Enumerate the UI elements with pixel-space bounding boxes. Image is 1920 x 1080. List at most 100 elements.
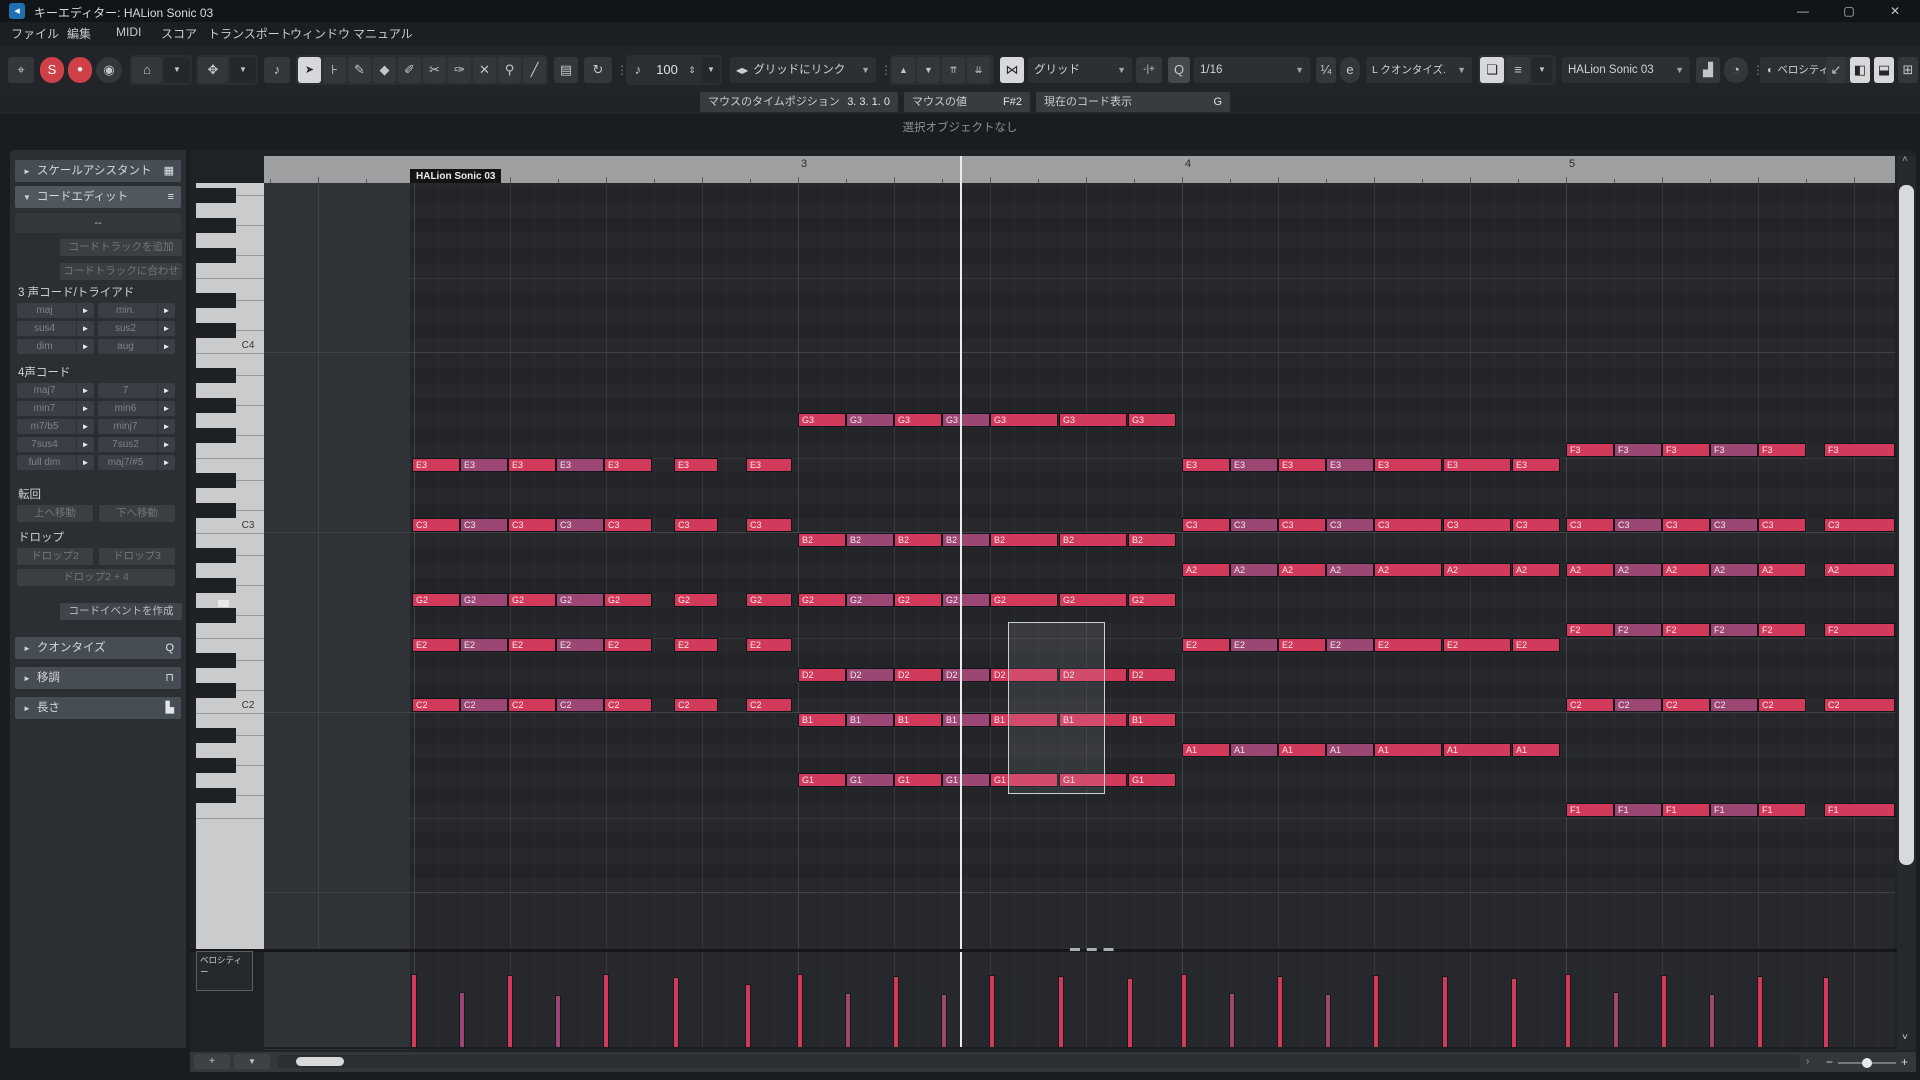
- step-down-icon[interactable]: ▼: [917, 57, 940, 83]
- tetrad-7sus4[interactable]: 7sus4►: [17, 437, 94, 452]
- length-section-header[interactable]: ►長さ▙: [15, 697, 181, 719]
- menu-item-5[interactable]: ウィンドウ: [290, 25, 350, 43]
- triad-maj[interactable]: maj►: [17, 303, 94, 318]
- black-key[interactable]: [196, 608, 236, 623]
- midi-note[interactable]: B2: [846, 533, 894, 547]
- midi-note[interactable]: B2: [798, 533, 846, 547]
- midi-note[interactable]: E3: [460, 458, 508, 472]
- black-key[interactable]: [196, 188, 236, 203]
- midi-note[interactable]: A2: [1278, 563, 1326, 577]
- midi-note[interactable]: A2: [1443, 563, 1511, 577]
- midi-note[interactable]: E3: [1230, 458, 1278, 472]
- midi-note[interactable]: B2: [894, 533, 942, 547]
- midi-note[interactable]: F3: [1824, 443, 1895, 457]
- midi-note[interactable]: G3: [894, 413, 942, 427]
- insert-velocity-dropdown[interactable]: ▼: [702, 57, 720, 83]
- menu-item-4[interactable]: トランスポート: [208, 25, 292, 43]
- midi-note[interactable]: E2: [1278, 638, 1326, 652]
- midi-note[interactable]: G3: [1128, 413, 1176, 427]
- midi-note[interactable]: A2: [1710, 563, 1758, 577]
- trim-tool[interactable]: ⊦: [323, 57, 346, 83]
- swing-icon[interactable]: ¼: [1316, 57, 1336, 83]
- midi-note[interactable]: G3: [990, 413, 1058, 427]
- quantize-icon[interactable]: Q: [1168, 57, 1190, 83]
- part-name-label[interactable]: HALion Sonic 03: [410, 169, 501, 184]
- note-move-icon[interactable]: ✥: [198, 57, 228, 83]
- midi-note[interactable]: E2: [604, 638, 652, 652]
- midi-note[interactable]: E3: [1182, 458, 1230, 472]
- midi-note[interactable]: G3: [846, 413, 894, 427]
- midi-note[interactable]: B2: [1059, 533, 1127, 547]
- midi-note[interactable]: A2: [1326, 563, 1374, 577]
- midi-note[interactable]: E2: [556, 638, 604, 652]
- midi-note[interactable]: C2: [1758, 698, 1806, 712]
- instrument-combo[interactable]: HALion Sonic 03▼: [1562, 57, 1690, 83]
- show-left-zone-icon[interactable]: ◧: [1850, 57, 1870, 83]
- midi-note[interactable]: E2: [1182, 638, 1230, 652]
- close-button[interactable]: ✕: [1878, 0, 1912, 22]
- black-key[interactable]: [196, 428, 236, 443]
- midi-note[interactable]: A2: [1182, 563, 1230, 577]
- midi-note[interactable]: G2: [604, 593, 652, 607]
- midi-note[interactable]: G1: [942, 773, 990, 787]
- midi-note[interactable]: G2: [746, 593, 792, 607]
- acoustic-feedback-icon[interactable]: ◉: [96, 57, 122, 83]
- midi-note[interactable]: E3: [412, 458, 460, 472]
- chord-apply-arrow-icon[interactable]: ►: [157, 383, 175, 398]
- midi-note[interactable]: E3: [604, 458, 652, 472]
- velocity-bar[interactable]: [1824, 978, 1828, 1047]
- midi-note[interactable]: G2: [894, 593, 942, 607]
- velocity-bar[interactable]: [1278, 977, 1282, 1047]
- chord-apply-arrow-icon[interactable]: ►: [157, 401, 175, 416]
- midi-note[interactable]: C2: [674, 698, 718, 712]
- midi-note[interactable]: C2: [556, 698, 604, 712]
- note-grid[interactable]: E3E3E3E3E3E3E3C3C3C3C3C3C3C3G2G2G2G2G2G2…: [264, 183, 1895, 950]
- velocity-bar[interactable]: [1128, 979, 1132, 1047]
- mute-tool[interactable]: ✕: [473, 57, 496, 83]
- midi-note[interactable]: E2: [1326, 638, 1374, 652]
- black-key[interactable]: [196, 368, 236, 383]
- pen-tool[interactable]: ✐: [398, 57, 421, 83]
- draw-tool[interactable]: ✎: [348, 57, 371, 83]
- midi-note[interactable]: F2: [1662, 623, 1710, 637]
- tetrad-7sus2[interactable]: 7sus2►: [98, 437, 175, 452]
- inversion-down-button[interactable]: 下へ移動: [99, 505, 175, 522]
- menu-item-0[interactable]: ファイル: [11, 25, 59, 43]
- quantize-section-header[interactable]: ►クオンタイズQ: [15, 637, 181, 659]
- black-key[interactable]: [196, 578, 236, 593]
- create-chord-event-button[interactable]: コードイベントを作成: [60, 603, 182, 620]
- erase-tool[interactable]: ◆: [373, 57, 396, 83]
- midi-note[interactable]: A2: [1512, 563, 1560, 577]
- velocity-bar[interactable]: [674, 978, 678, 1047]
- midi-note[interactable]: A1: [1512, 743, 1560, 757]
- lane-select-button[interactable]: ▼: [234, 1054, 270, 1069]
- black-key[interactable]: [196, 788, 236, 803]
- black-key[interactable]: [196, 248, 236, 263]
- midi-note[interactable]: E3: [1278, 458, 1326, 472]
- chord-apply-arrow-icon[interactable]: ►: [76, 401, 94, 416]
- velocity-bar[interactable]: [1326, 995, 1330, 1047]
- midi-note[interactable]: C3: [1182, 518, 1230, 532]
- midi-note[interactable]: B1: [798, 713, 846, 727]
- midi-note[interactable]: B1: [846, 713, 894, 727]
- midi-note[interactable]: C2: [1662, 698, 1710, 712]
- tetrad-fulldim[interactable]: full dim►: [17, 455, 94, 470]
- midi-note[interactable]: E3: [746, 458, 792, 472]
- split-tool[interactable]: ✂: [423, 57, 446, 83]
- note-move-dropdown[interactable]: ▼: [230, 57, 256, 83]
- add-lane-button[interactable]: +: [194, 1054, 230, 1069]
- midi-note[interactable]: E3: [674, 458, 718, 472]
- midi-note[interactable]: F3: [1614, 443, 1662, 457]
- midi-note[interactable]: B2: [990, 533, 1058, 547]
- velocity-bar[interactable]: [1710, 995, 1714, 1047]
- midi-note[interactable]: G2: [508, 593, 556, 607]
- midi-note[interactable]: G2: [1128, 593, 1176, 607]
- tetrad-maj75[interactable]: maj7/#5►: [98, 455, 175, 470]
- velocity-bar[interactable]: [508, 976, 512, 1047]
- zoom-slider[interactable]: − +: [1826, 1054, 1908, 1070]
- midi-note[interactable]: G2: [942, 593, 990, 607]
- chord-apply-arrow-icon[interactable]: ►: [76, 419, 94, 434]
- insert-velocity-value[interactable]: 100: [650, 57, 684, 83]
- midi-note[interactable]: G2: [1059, 593, 1127, 607]
- triad-aug[interactable]: aug►: [98, 339, 175, 354]
